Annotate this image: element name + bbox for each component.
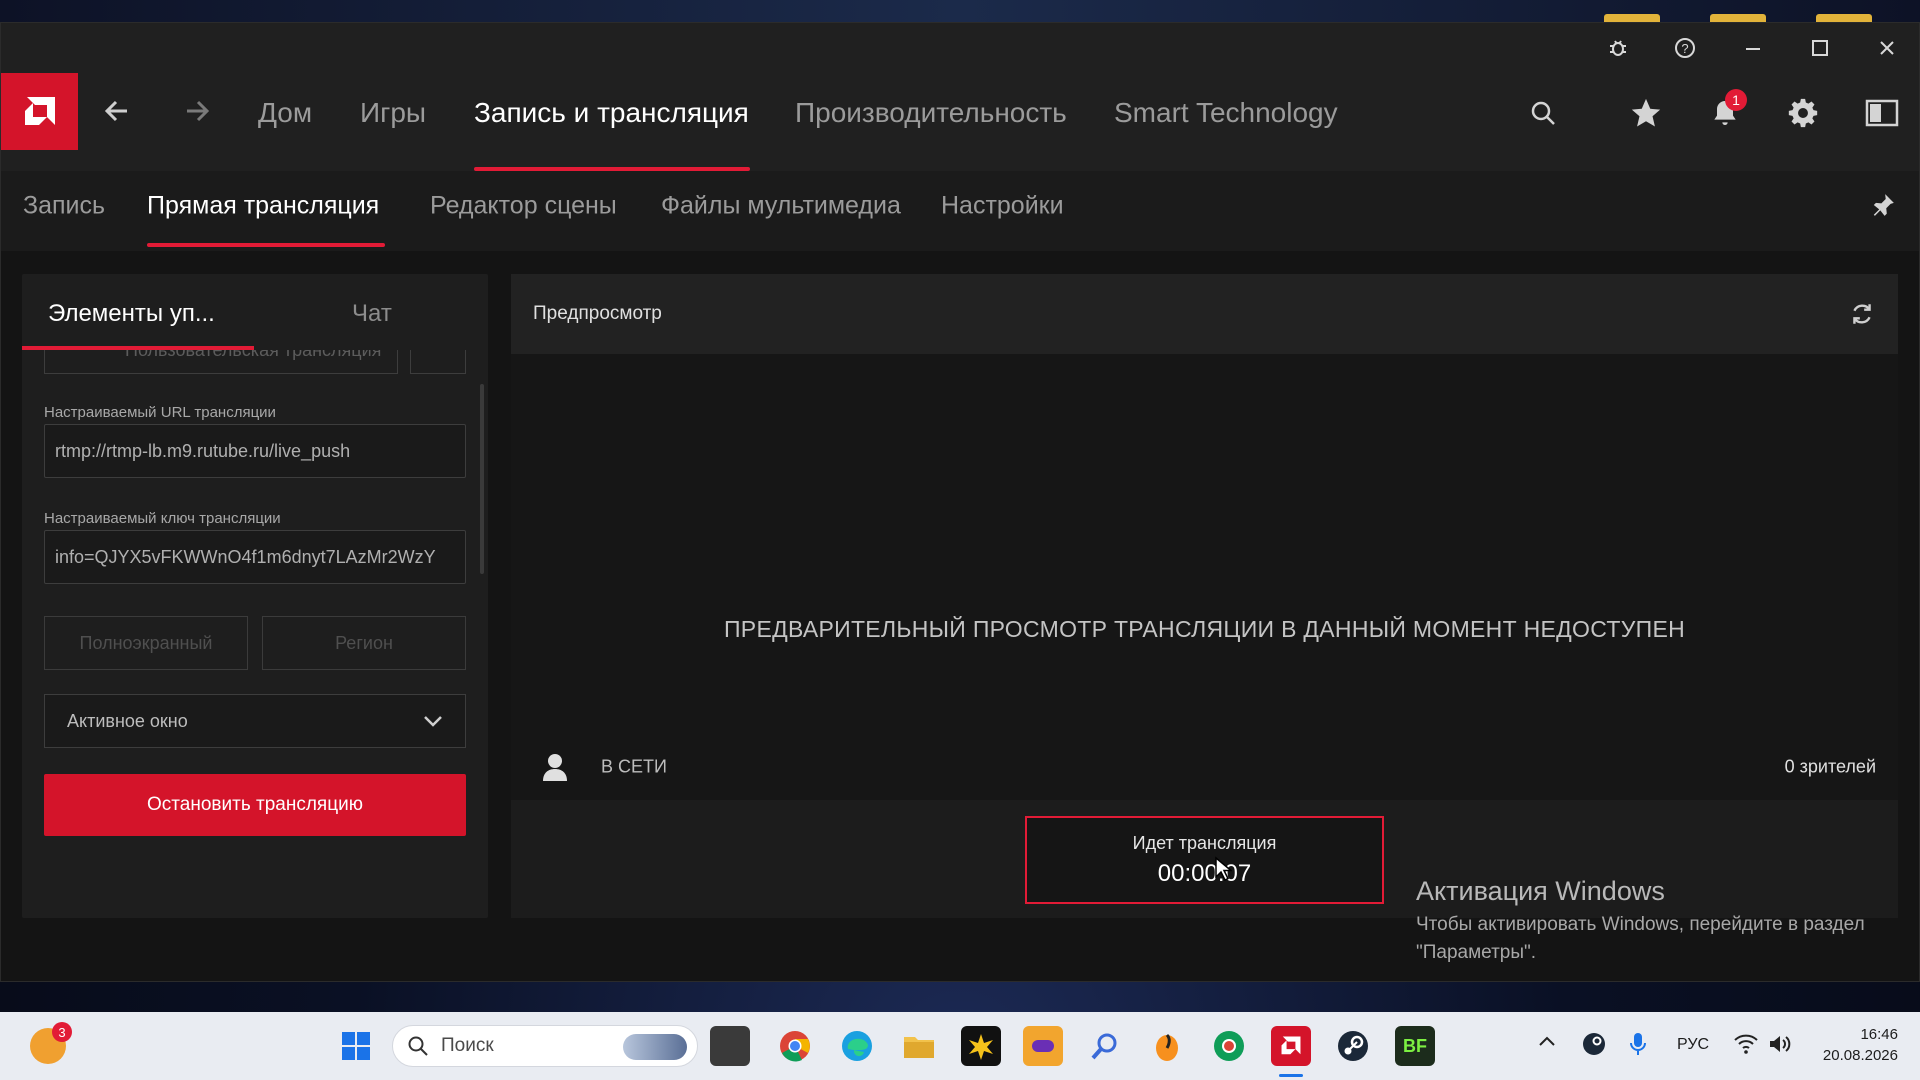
main-navigation: Дом Игры Запись и трансляция Производите… [1,73,1919,171]
live-status-label: Идет трансляция [1132,832,1277,853]
active-app-indicator [1279,1074,1303,1077]
nav-smart-technology[interactable]: Smart Technology [1114,97,1338,129]
taskbar-search-box[interactable]: Поиск [392,1025,698,1067]
settings-gear-icon[interactable] [1781,91,1825,135]
microphone-icon[interactable] [1630,1032,1646,1061]
windows-activation-watermark: Активация Windows Чтобы активировать Win… [1416,876,1896,967]
favorites-star-icon[interactable] [1624,91,1668,135]
region-capture-button[interactable]: Регион [262,616,466,670]
svg-text:?: ? [1681,41,1688,56]
stream-url-input[interactable]: rtmp://rtmp-lb.m9.rutube.ru/live_push [44,424,466,478]
chrome-icon[interactable] [775,1026,815,1066]
tab-live-stream[interactable]: Прямая трансляция [147,192,379,221]
nav-performance[interactable]: Производительность [795,97,1067,129]
search-icon[interactable] [1521,91,1565,135]
tab-settings[interactable]: Настройки [941,192,1064,221]
nav-games[interactable]: Игры [360,97,426,129]
maximize-button[interactable] [1803,33,1837,63]
sub-navigation: Запись Прямая трансляция Редактор сцены … [1,171,1919,251]
nav-home[interactable]: Дом [258,97,312,129]
system-clock[interactable]: 16:46 20.08.2026 [1823,1024,1898,1066]
preview-title: Предпросмотр [533,303,662,324]
fullscreen-capture-button[interactable]: Полноэкранный [44,616,248,670]
search-highlight-image [623,1034,687,1060]
mouse-cursor-icon [1214,856,1234,887]
weather-badge: 3 [52,1022,72,1042]
url-label: Настраиваемый URL трансляции [44,404,276,421]
activation-text: Чтобы активировать Windows, перейдите в … [1416,914,1865,963]
magnifier-app-icon[interactable] [1085,1026,1125,1066]
panel-scrollbar[interactable] [480,384,484,574]
stream-status-row: В СЕТИ 0 зрителей [511,734,1898,800]
search-icon [408,1036,428,1056]
custom-stream-selector[interactable]: Пользовательская трансляция [44,350,398,374]
tab-record[interactable]: Запись [23,192,105,221]
windows-taskbar: 3 Поиск BF РУС 16:46 20.08.2026 [0,1012,1920,1080]
stream-key-input[interactable]: info=QJYX5vFKWWnO4f1m6dnyt7LAzMr2WzY [44,530,466,584]
chevron-down-icon [423,711,443,732]
wifi-icon[interactable] [1734,1034,1758,1059]
edge-icon[interactable] [837,1026,877,1066]
amd-software-taskbar-icon[interactable] [1271,1026,1311,1066]
desktop-background [0,0,1920,28]
stop-stream-button[interactable]: Остановить трансляцию [44,774,466,836]
preview-unavailable-message: ПРЕДВАРИТЕЛЬНЫЙ ПРОСМОТР ТРАНСЛЯЦИИ В ДА… [723,616,1686,642]
tab-scene-editor[interactable]: Редактор сцены [430,192,617,221]
clock-time: 16:46 [1860,1026,1898,1043]
tab-controls[interactable]: Элементы уп... [48,300,215,328]
controls-panel: Элементы уп... Чат Пользовательская тран… [22,274,488,918]
subnav-active-indicator [147,243,385,247]
fl-studio-icon[interactable] [1147,1026,1187,1066]
minimize-button[interactable] [1736,33,1770,63]
steam-icon[interactable] [1333,1026,1373,1066]
nav-record-stream[interactable]: Запись и трансляция [474,97,749,129]
back-arrow-icon[interactable] [97,91,137,131]
game-app-icon[interactable] [1023,1026,1063,1066]
steam-tray-icon[interactable] [1582,1032,1606,1061]
windows-start-icon[interactable] [336,1026,376,1066]
live-status-box: Идет трансляция 00:00:07 [1025,816,1384,904]
file-explorer-icon[interactable] [899,1026,939,1066]
user-icon [541,752,571,782]
weather-widget-icon[interactable]: 3 [30,1022,72,1064]
tab-media-files[interactable]: Файлы мультимедиа [661,192,901,221]
activation-title: Активация Windows [1416,876,1665,906]
amd-logo[interactable] [1,73,78,150]
notification-badge: 1 [1725,89,1747,111]
close-button[interactable] [1870,33,1904,63]
language-indicator[interactable]: РУС [1677,1036,1709,1054]
controls-tabs: Элементы уп... Чат [22,274,488,350]
help-icon[interactable]: ? [1668,33,1702,63]
custom-stream-label: Пользовательская трансляция [125,350,382,360]
info-icon[interactable] [410,350,466,374]
refresh-icon[interactable] [1846,298,1878,330]
viewer-count: 0 зрителей [1784,756,1876,777]
capture-source-dropdown[interactable]: Активное окно [44,694,466,748]
chrome-alt-icon[interactable] [1209,1026,1249,1066]
title-bar: ? [1,23,1919,73]
bf-app-icon[interactable]: BF [1395,1026,1435,1066]
sidebar-toggle-icon[interactable] [1860,91,1904,135]
notifications-bell-icon[interactable]: 1 [1703,89,1747,135]
online-status: В СЕТИ [601,756,667,777]
pin-icon[interactable] [1861,183,1905,227]
tab-chat[interactable]: Чат [352,300,392,328]
clock-date: 20.08.2026 [1822,1047,1898,1064]
capture-source-value: Активное окно [67,710,188,731]
bug-report-icon[interactable] [1601,33,1635,63]
forward-arrow-icon[interactable] [177,91,217,131]
key-label: Настраиваемый ключ трансляции [44,510,281,527]
task-view-icon[interactable] [710,1026,750,1066]
app-starburst-icon[interactable] [961,1026,1001,1066]
preview-header: Предпросмотр [511,274,1898,354]
search-placeholder: Поиск [441,1035,494,1056]
volume-icon[interactable] [1768,1033,1792,1060]
tray-overflow-chevron-icon[interactable] [1538,1034,1556,1052]
preview-panel: Предпросмотр ПРЕДВАРИТЕЛЬНЫЙ ПРОСМОТР ТР… [511,274,1898,918]
live-timer: 00:00:07 [1157,859,1252,887]
